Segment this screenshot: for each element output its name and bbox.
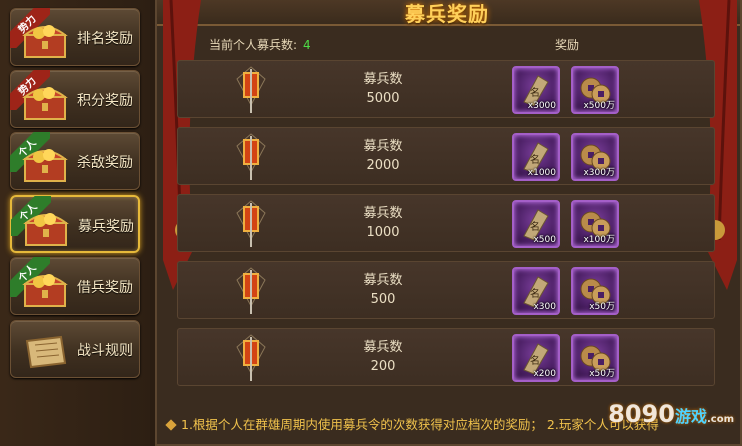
svg-text:名: 名	[530, 287, 540, 300]
war-banner-icon	[236, 334, 266, 381]
treasure-chest-icon	[22, 149, 68, 182]
reward-row: 募兵数 5000 名 x3000 x500万	[177, 60, 715, 118]
svg-text:名: 名	[530, 220, 540, 233]
reward-item-coins[interactable]: x50万	[571, 267, 619, 315]
sidebar-item-ranking-reward[interactable]: 势力 排名奖励	[10, 8, 140, 66]
treasure-chest-icon	[22, 25, 68, 58]
reward-row: 募兵数 500 名 x300 x50万	[177, 261, 715, 319]
sidebar: 势力 排名奖励 势力 积分奖励 个人 杀敌奖励 个人 募兵奖励 个人 借兵奖励 …	[0, 0, 150, 446]
reward-item-coins[interactable]: x50万	[571, 334, 619, 382]
reward-item-token[interactable]: 名 x1000	[512, 133, 560, 181]
sidebar-item-borrow-reward[interactable]: 个人 借兵奖励	[10, 257, 140, 315]
reward-quantity: x100万	[583, 235, 615, 245]
reward-column-header: 奖励	[555, 38, 580, 52]
recruit-requirement: 募兵数 200	[338, 338, 428, 376]
treasure-chest-icon	[22, 87, 68, 120]
svg-text:名: 名	[530, 354, 540, 367]
requirement-value: 5000	[366, 91, 400, 106]
scroll-icon	[25, 335, 67, 369]
treasure-chest-icon	[23, 213, 69, 246]
sidebar-item-label: 借兵奖励	[77, 280, 133, 296]
reward-item-token[interactable]: 名 x500	[512, 200, 560, 248]
treasure-chest-icon	[22, 274, 68, 307]
war-banner-icon	[236, 66, 266, 113]
requirement-label: 募兵数	[363, 340, 403, 355]
reward-quantity: x300	[533, 302, 556, 312]
recruit-requirement: 募兵数 500	[338, 271, 428, 309]
sidebar-item-label: 杀敌奖励	[77, 155, 133, 171]
reward-item-token[interactable]: 名 x200	[512, 334, 560, 382]
reward-quantity: x500万	[583, 101, 615, 111]
reward-quantity: x50万	[589, 302, 615, 312]
current-recruit-value: 4	[303, 38, 311, 52]
requirement-value: 500	[370, 292, 396, 307]
reward-item-token[interactable]: 名 x3000	[512, 66, 560, 114]
requirement-label: 募兵数	[363, 206, 403, 221]
recruit-requirement: 募兵数 5000	[338, 70, 428, 108]
requirement-value: 1000	[366, 225, 400, 240]
requirement-label: 募兵数	[363, 139, 403, 154]
war-banner-icon	[236, 133, 266, 180]
reward-row: 募兵数 1000 名 x500 x100万	[177, 194, 715, 252]
diamond-bullet-icon	[165, 419, 177, 431]
sidebar-item-points-reward[interactable]: 势力 积分奖励	[10, 70, 140, 128]
current-recruit-label: 当前个人募兵数:	[209, 38, 298, 52]
reward-quantity: x200	[533, 369, 556, 379]
requirement-label: 募兵数	[363, 72, 403, 87]
rules-text: 1.根据个人在群雄周期内使用募兵令的次数获得对应档次的奖励； 2.玩家个人可以获…	[181, 417, 659, 432]
reward-item-token[interactable]: 名 x300	[512, 267, 560, 315]
sidebar-item-label: 战斗规则	[77, 343, 133, 359]
reward-item-coins[interactable]: x100万	[571, 200, 619, 248]
sidebar-item-label: 积分奖励	[77, 93, 133, 109]
sidebar-item-battle-rules[interactable]: 战斗规则	[10, 320, 140, 378]
sidebar-item-kill-reward[interactable]: 个人 杀敌奖励	[10, 132, 140, 190]
war-banner-icon	[236, 267, 266, 314]
svg-text:名: 名	[530, 153, 540, 166]
reward-item-coins[interactable]: x300万	[571, 133, 619, 181]
requirement-label: 募兵数	[363, 273, 403, 288]
reward-row: 募兵数 2000 名 x1000 x300万	[177, 127, 715, 185]
reward-item-coins[interactable]: x500万	[571, 66, 619, 114]
reward-quantity: x3000	[527, 101, 556, 111]
page-title: 募兵奖励	[405, 2, 489, 26]
site-watermark-logo: 8090游戏.com	[608, 400, 734, 428]
war-banner-icon	[236, 200, 266, 247]
reward-quantity: x50万	[589, 369, 615, 379]
svg-text:名: 名	[530, 86, 540, 99]
current-recruit-count: 当前个人募兵数: 4	[209, 36, 311, 53]
reward-row: 募兵数 200 名 x200 x50万	[177, 328, 715, 386]
requirement-value: 2000	[366, 158, 400, 173]
sidebar-item-label: 排名奖励	[77, 31, 133, 47]
recruit-requirement: 募兵数 2000	[338, 137, 428, 175]
sidebar-item-label: 募兵奖励	[78, 219, 134, 235]
reward-quantity: x1000	[527, 168, 556, 178]
requirement-value: 200	[370, 359, 396, 374]
recruit-requirement: 募兵数 1000	[338, 204, 428, 242]
reward-panel: 募兵奖励 当前个人募兵数: 4 奖励 募兵数 5000 名 x3000 x500万	[155, 0, 742, 446]
reward-quantity: x500	[533, 235, 556, 245]
sidebar-item-recruit-reward[interactable]: 个人 募兵奖励	[10, 195, 140, 253]
reward-quantity: x300万	[583, 168, 615, 178]
